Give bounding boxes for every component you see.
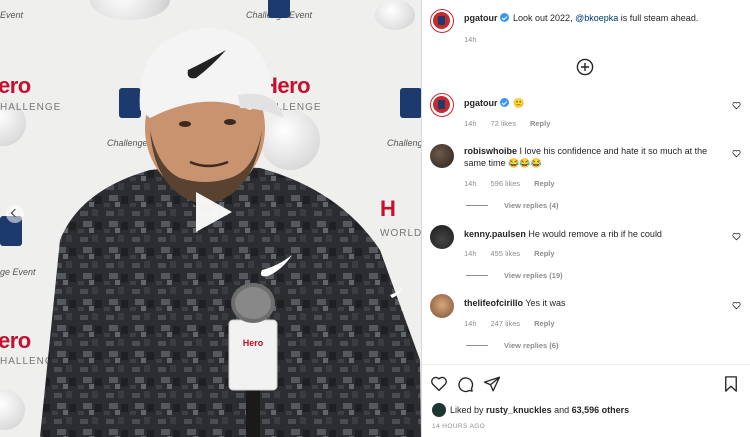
- avatar[interactable]: [430, 225, 454, 249]
- likes-count[interactable]: 63,596 others: [572, 405, 630, 415]
- avatar[interactable]: [432, 403, 446, 417]
- play-icon[interactable]: [190, 190, 234, 234]
- comment-meta: 14h 72 likes Reply: [464, 119, 551, 128]
- heart-icon[interactable]: [732, 101, 741, 110]
- comment-username[interactable]: robiswhoibe: [464, 146, 517, 156]
- action-bar: Liked by rusty_knuckles and 63,596 other…: [422, 364, 750, 437]
- svg-text:Hero: Hero: [243, 338, 264, 348]
- comment: kenny.paulsen He would remove a rib if h…: [464, 228, 728, 240]
- comment: thelifeofcirillo Yes it was: [464, 297, 728, 309]
- heart-icon[interactable]: [430, 375, 448, 393]
- carousel-prev-icon[interactable]: [6, 205, 24, 223]
- verified-icon: [499, 98, 509, 107]
- avatar[interactable]: [430, 144, 454, 168]
- post-caption: pgatour Look out 2022, @bkoepka is full …: [464, 12, 728, 24]
- comment-text: He would remove a rib if he could: [528, 229, 662, 239]
- caption-username[interactable]: pgatour: [464, 13, 498, 23]
- heart-icon[interactable]: [732, 232, 741, 241]
- reply-button[interactable]: Reply: [534, 249, 554, 258]
- view-replies-button[interactable]: View replies (4): [466, 201, 558, 210]
- avatar[interactable]: [430, 294, 454, 318]
- add-circle-icon[interactable]: [576, 58, 594, 76]
- comment-meta: 14h 596 likes Reply: [464, 179, 555, 188]
- comment: robiswhoibe I love his confidence and ha…: [464, 145, 728, 169]
- comment-icon[interactable]: [456, 375, 474, 393]
- view-replies-button[interactable]: View replies (19): [466, 271, 563, 280]
- comment-emoji: 🙂: [513, 98, 525, 108]
- caption-text: Look out 2022,: [513, 13, 573, 23]
- comment: pgatour 🙂: [464, 97, 728, 109]
- caption-time: 14h: [464, 35, 477, 44]
- heart-icon[interactable]: [732, 149, 741, 158]
- caption-mention[interactable]: @bkoepka: [575, 13, 618, 23]
- avatar[interactable]: [430, 93, 454, 117]
- liker-username[interactable]: rusty_knuckles: [486, 405, 552, 415]
- avatar[interactable]: [430, 9, 454, 33]
- likes-summary: Liked by rusty_knuckles and 63,596 other…: [450, 405, 630, 415]
- comment-meta: 14h 455 likes Reply: [464, 249, 555, 258]
- reply-button[interactable]: Reply: [534, 319, 554, 328]
- share-icon[interactable]: [483, 375, 501, 393]
- comment-username[interactable]: thelifeofcirillo: [464, 298, 523, 308]
- comment-emoji: 😂😂😂: [508, 158, 542, 168]
- comment-text: Yes it was: [525, 298, 566, 308]
- reply-button[interactable]: Reply: [534, 179, 554, 188]
- caption-text-end: is full steam ahead.: [620, 13, 699, 23]
- reply-button[interactable]: Reply: [530, 119, 550, 128]
- heart-icon[interactable]: [732, 301, 741, 310]
- comment-username[interactable]: kenny.paulsen: [464, 229, 526, 239]
- comments-panel: pgatour Look out 2022, @bkoepka is full …: [422, 0, 750, 437]
- verified-icon: [499, 13, 509, 22]
- comment-meta: 14h 247 likes Reply: [464, 319, 555, 328]
- view-replies-button[interactable]: View replies (6): [466, 341, 558, 350]
- post-timestamp: 14 HOURS AGO: [432, 423, 486, 430]
- comment-username[interactable]: pgatour: [464, 98, 498, 108]
- video-player[interactable]: Event Challenge Event ero HALLENGE Chall…: [0, 0, 421, 437]
- bookmark-icon[interactable]: [722, 375, 740, 393]
